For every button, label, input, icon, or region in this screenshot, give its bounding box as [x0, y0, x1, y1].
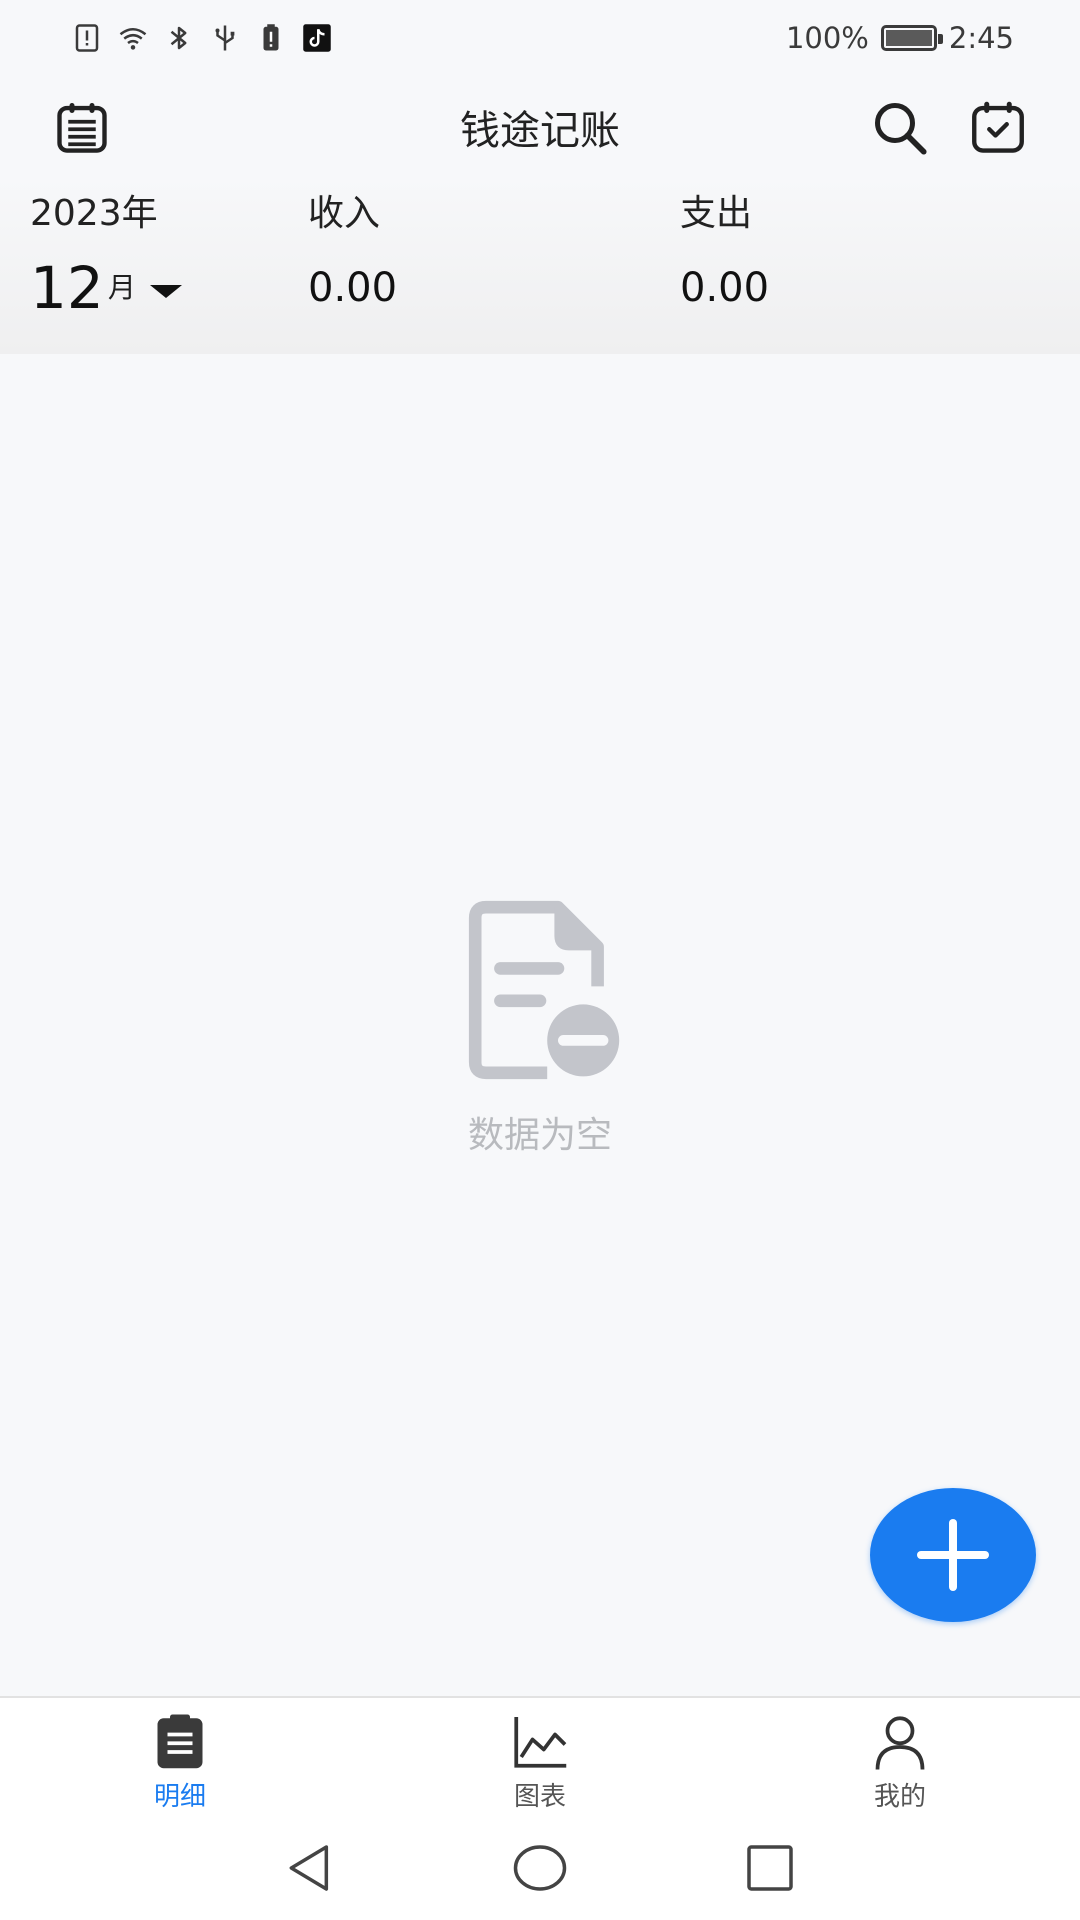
income-column: 收入 0.00 [308, 186, 397, 316]
income-value: 0.00 [308, 265, 398, 311]
app-screen: 100% 2:45 钱途记账 2023年 12 月 收入 0.00 支出 0.0… [0, 0, 1080, 1920]
recents-icon [747, 1845, 793, 1891]
plus-icon [917, 1519, 989, 1591]
search-button[interactable] [868, 96, 932, 160]
tab-charts[interactable]: 图表 [450, 1712, 630, 1813]
details-icon [157, 1714, 203, 1769]
empty-state-text: 数据为空 [467, 1115, 612, 1156]
month-picker[interactable]: 2023年 12 月 [30, 186, 182, 320]
tab-details-label: 明细 [153, 1782, 206, 1812]
empty-state: 数据为空 [0, 900, 1080, 1158]
battery-percent: 100% [785, 21, 869, 55]
battery-saver-icon [254, 21, 288, 55]
recents-button[interactable] [738, 1836, 802, 1900]
expense-label: 支出 [680, 193, 753, 234]
back-icon [289, 1845, 329, 1891]
tab-profile[interactable]: 我的 [810, 1712, 990, 1813]
calendar-check-icon [972, 101, 1024, 153]
expense-column: 支出 0.00 [680, 186, 769, 316]
status-icons-left [70, 20, 334, 56]
chart-icon [514, 1717, 567, 1768]
status-icons-right: 100% 2:45 [786, 18, 1014, 58]
app-header: 钱途记账 [0, 76, 1080, 176]
month-summary: 2023年 12 月 收入 0.00 支出 0.00 [0, 176, 1080, 354]
home-button[interactable] [508, 1836, 572, 1900]
battery-icon [880, 25, 943, 51]
profile-icon [875, 1716, 925, 1770]
calendar-button[interactable] [966, 96, 1030, 160]
year-label: 2023年 [30, 193, 158, 234]
add-record-button[interactable] [870, 1488, 1036, 1622]
tab-details[interactable]: 明细 [90, 1712, 270, 1813]
home-icon [513, 1845, 567, 1891]
month-selector[interactable]: 12 月 [30, 256, 182, 320]
income-label: 收入 [308, 193, 381, 234]
usb-icon [208, 21, 242, 55]
tab-profile-label: 我的 [873, 1782, 926, 1812]
search-icon [875, 103, 927, 155]
tab-charts-label: 图表 [513, 1782, 566, 1812]
wifi-icon [116, 21, 150, 55]
sim-alert-icon [70, 21, 104, 55]
expense-value: 0.00 [680, 265, 770, 311]
tiktok-icon [300, 21, 334, 55]
empty-document-icon [468, 900, 620, 1080]
month-unit: 月 [107, 271, 136, 304]
month-number: 12 [30, 254, 104, 322]
system-navigation [0, 1816, 1080, 1920]
bottom-navigation: 明细 图表 我的 [0, 1696, 1080, 1816]
caret-down-icon [149, 285, 182, 298]
back-button[interactable] [278, 1836, 342, 1900]
bluetooth-icon [162, 21, 196, 55]
clock: 2:45 [948, 21, 1014, 55]
status-bar: 100% 2:45 [0, 0, 1080, 76]
